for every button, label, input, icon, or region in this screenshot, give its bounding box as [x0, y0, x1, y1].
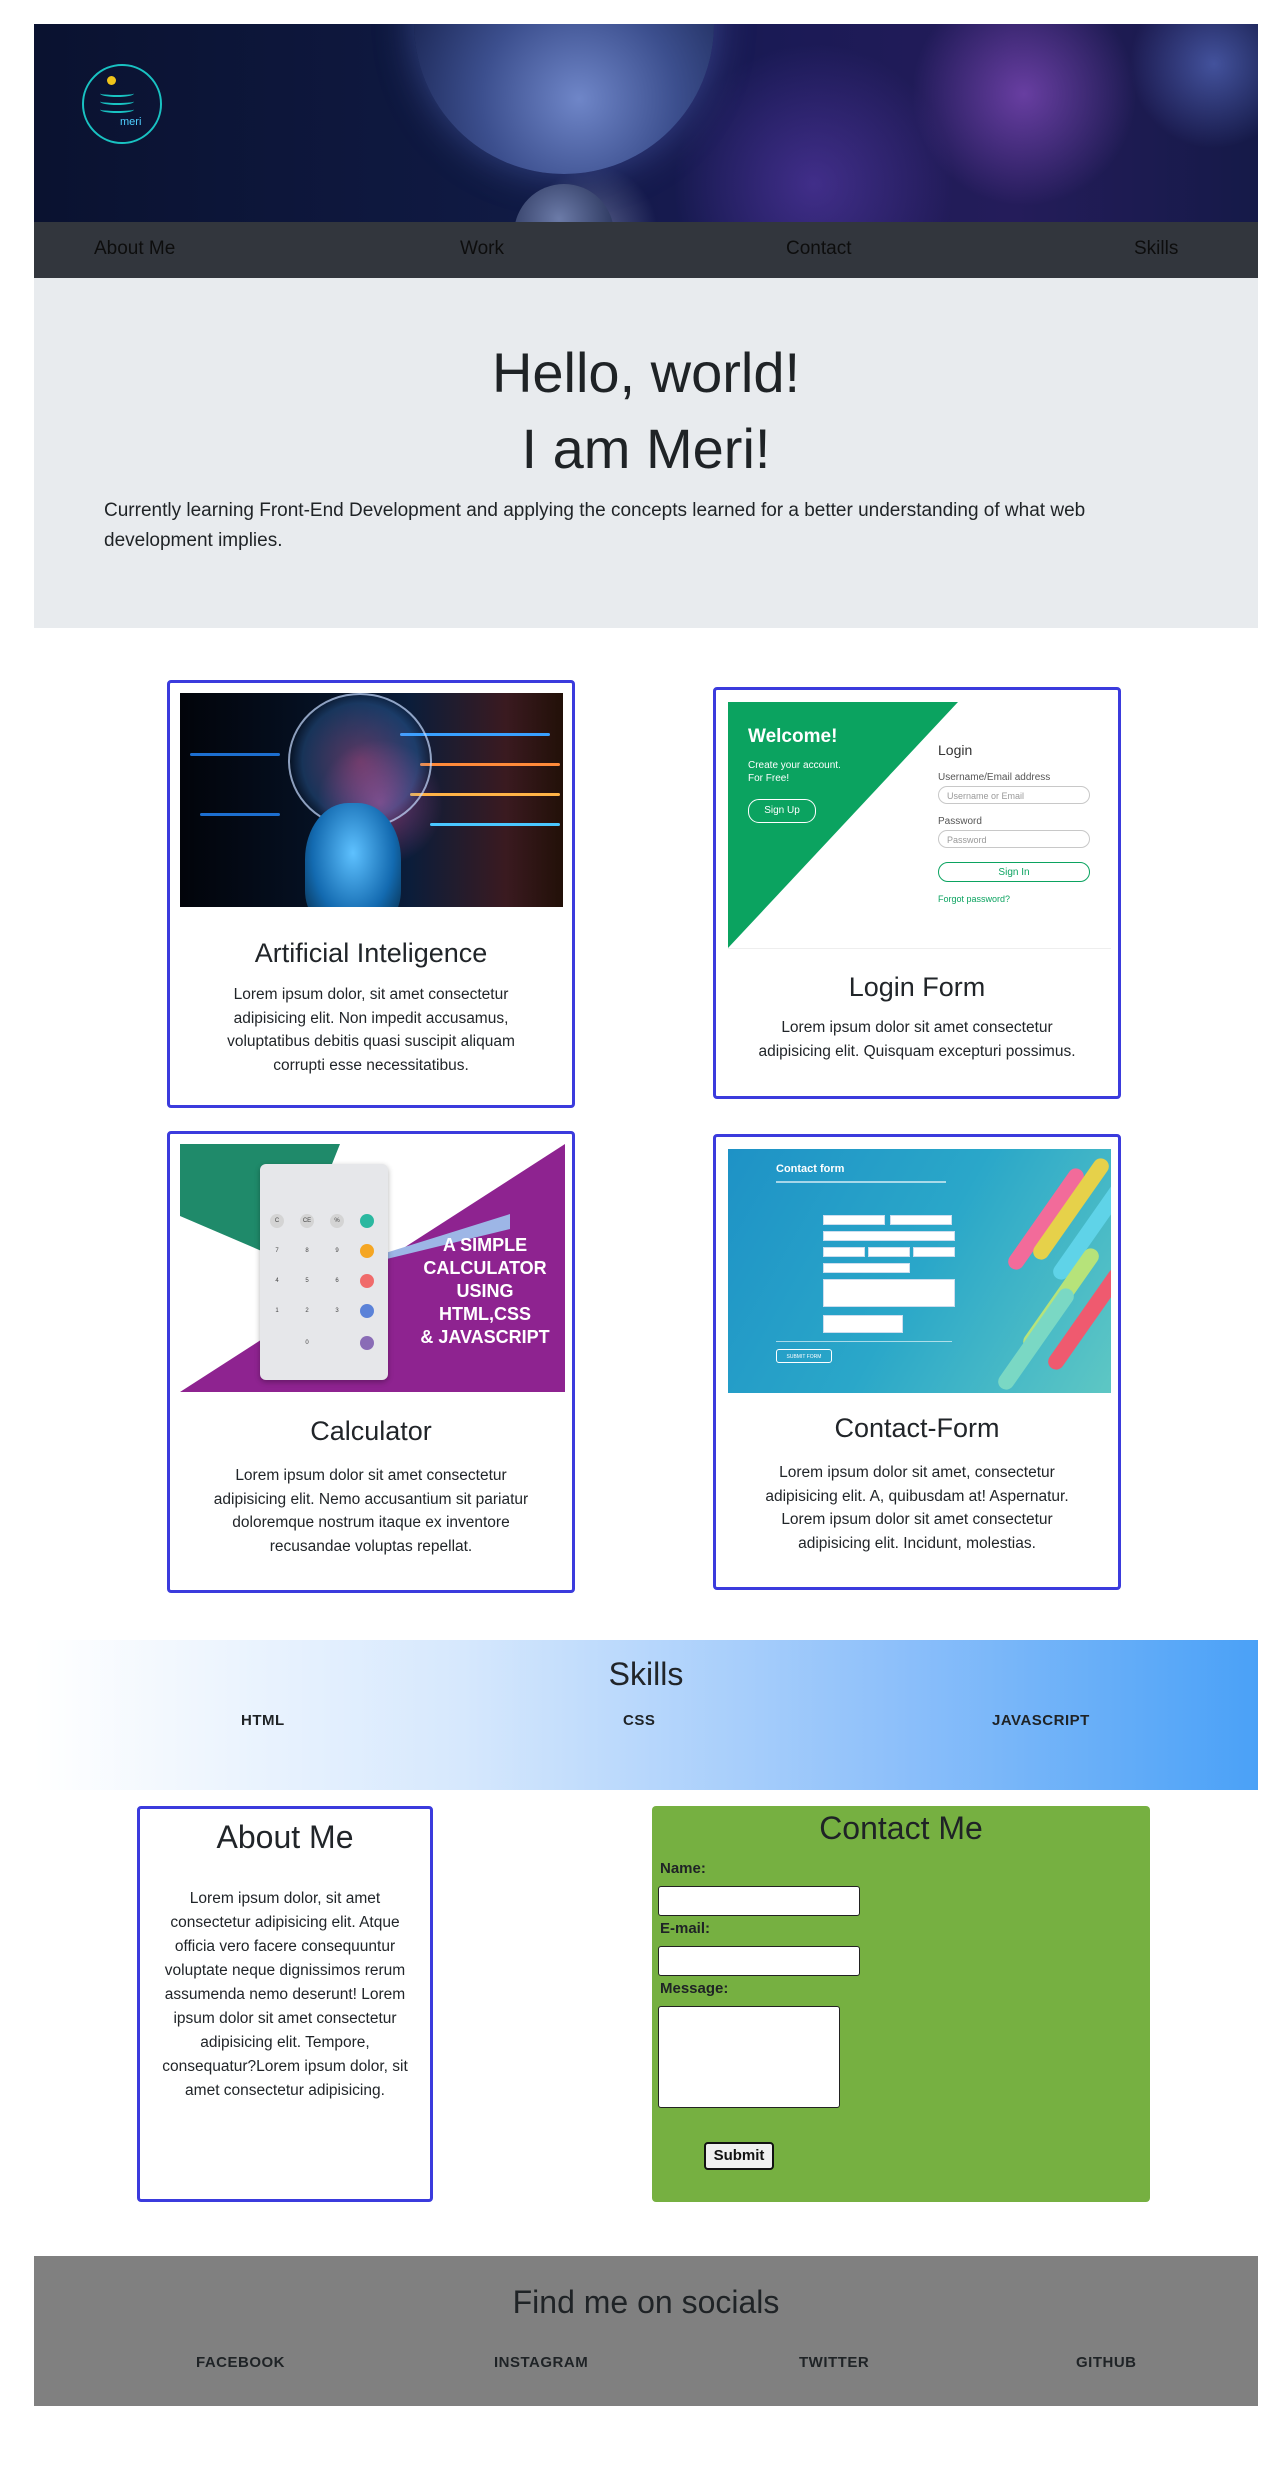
wave-icon	[100, 106, 134, 113]
nav-link-contact[interactable]: Contact	[786, 238, 851, 260]
wave-icon	[100, 90, 134, 97]
nav-link-about-me[interactable]: About Me	[94, 238, 175, 260]
logo-text: meri	[120, 116, 142, 128]
nav-link-skills[interactable]: Skills	[1134, 238, 1178, 260]
card-title: Calculator	[310, 1416, 432, 1446]
hero-lead: Currently learning Front-End Development…	[104, 500, 1086, 551]
social-link-github[interactable]: GITHUB	[1076, 2354, 1137, 2371]
skills-section: Skills HTML CSS JAVASCRIPT	[34, 1640, 1258, 1790]
site-logo[interactable]: meri	[82, 64, 162, 144]
wave-icon	[100, 98, 134, 105]
contact-form-project-image: Contact form SUBMIT FORM	[728, 1149, 1111, 1393]
card-text: Lorem ipsum dolor sit amet consectetur a…	[213, 1467, 529, 1555]
card-text: Lorem ipsum dolor sit amet, consectetur …	[765, 1464, 1069, 1552]
login-subtitle: Create your account.	[748, 760, 841, 771]
calculator-project-image: C CE % 7 8 9 4 5 6 1 2 3 0 A SIMPLE CALC…	[180, 1144, 565, 1392]
moon-graphic	[514, 184, 614, 222]
about-title: About Me	[216, 1819, 354, 1855]
contact-title: Contact Me	[819, 1810, 983, 1846]
header-banner: meri	[34, 24, 1258, 222]
footer-title: Find me on socials	[512, 2284, 780, 2320]
skill-css: CSS	[623, 1712, 656, 1729]
message-field[interactable]	[658, 2006, 840, 2108]
hero-title-line2: I am Meri!	[521, 417, 771, 480]
cf-image-submit: SUBMIT FORM	[776, 1349, 832, 1363]
project-card-calculator[interactable]: C CE % 7 8 9 4 5 6 1 2 3 0 A SIMPLE CALC…	[167, 1131, 575, 1593]
login-password-field: Password	[938, 830, 1090, 848]
skill-javascript: JAVASCRIPT	[992, 1712, 1090, 1729]
social-link-twitter[interactable]: TWITTER	[799, 2354, 869, 2371]
calculator-caption: A SIMPLE CALCULATOR USING HTML,CSS & JAV…	[420, 1235, 550, 1347]
ai-project-image	[180, 693, 563, 907]
login-welcome-text: Welcome!	[748, 726, 838, 747]
nav-link-work[interactable]: Work	[460, 238, 504, 260]
login-project-image: Welcome! Create your account. For Free! …	[728, 702, 1111, 949]
card-title: Contact-Form	[834, 1413, 1000, 1443]
about-me-card: About Me Lorem ipsum dolor, sit amet con…	[137, 1806, 433, 2202]
planet-graphic	[414, 24, 714, 174]
cf-image-heading: Contact form	[776, 1163, 845, 1175]
card-text: Lorem ipsum dolor, sit amet consectetur …	[227, 986, 515, 1074]
email-field[interactable]	[658, 1946, 860, 1976]
hero-section: Hello, world! I am Meri! Currently learn…	[34, 278, 1258, 628]
head-graphic	[305, 803, 401, 907]
card-title: Artificial Inteligence	[254, 938, 488, 968]
social-link-facebook[interactable]: FACEBOOK	[196, 2354, 285, 2371]
project-card-contact-form[interactable]: Contact form SUBMIT FORM Contact-Form Lo…	[713, 1134, 1121, 1590]
login-password-label: Password	[938, 816, 982, 827]
login-forgot-link: Forgot password?	[938, 894, 1011, 904]
login-subtitle: For Free!	[748, 773, 790, 784]
main-nav: About Me Work Contact Skills	[34, 222, 1258, 278]
project-card-ai[interactable]: Artificial Inteligence Lorem ipsum dolor…	[167, 680, 575, 1108]
project-card-login[interactable]: Welcome! Create your account. For Free! …	[713, 687, 1121, 1099]
email-label: E-mail:	[660, 1920, 711, 1937]
card-title: Login Form	[848, 972, 986, 1002]
contact-me-section: Contact Me Name: E-mail: Message: Submit	[652, 1806, 1150, 2202]
hero-title-line1: Hello, world!	[491, 341, 801, 404]
login-signin-button: Sign In	[938, 862, 1090, 882]
login-username-label: Username/Email address	[938, 772, 1051, 783]
footer: Find me on socials FACEBOOK INSTAGRAM TW…	[34, 2256, 1258, 2406]
submit-button[interactable]: Submit	[704, 2142, 774, 2170]
name-label: Name:	[660, 1860, 706, 1877]
card-text: Lorem ipsum dolor sit amet consectetur a…	[758, 1019, 1076, 1060]
skill-html: HTML	[241, 1712, 285, 1729]
skills-title: Skills	[608, 1656, 684, 1692]
about-text: Lorem ipsum dolor, sit amet consectetur …	[162, 1890, 408, 2099]
sun-icon	[107, 76, 116, 85]
login-username-field: Username or Email	[938, 786, 1090, 804]
message-label: Message:	[660, 1980, 729, 1997]
login-heading: Login	[938, 742, 973, 758]
name-field[interactable]	[658, 1886, 860, 1916]
calculator-graphic: C CE % 7 8 9 4 5 6 1 2 3 0	[260, 1164, 388, 1380]
social-link-instagram[interactable]: INSTAGRAM	[494, 2354, 588, 2371]
login-signup-button: Sign Up	[748, 799, 816, 823]
